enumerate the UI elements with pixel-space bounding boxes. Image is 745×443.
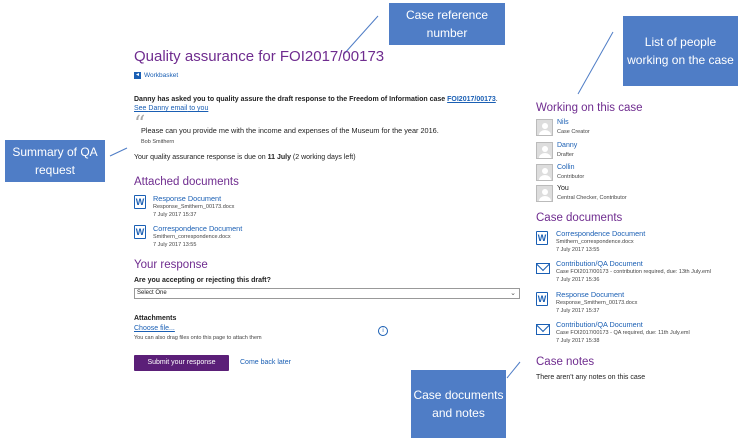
doc-title[interactable]: Correspondence Document <box>556 229 645 238</box>
callout-docs-notes: Case documents and notes <box>411 370 506 438</box>
person-name[interactable]: Nils <box>557 119 569 126</box>
doc-filename: Response_Smithern_00173.docx <box>556 300 638 306</box>
to-you-text: to you <box>187 105 209 112</box>
doc-date: 7 July 2017 13:55 <box>556 247 600 253</box>
doc-filename: Case FOI2017/00173 - QA required, due: 1… <box>556 330 690 336</box>
request-text: Danny has asked you to quality assure th… <box>134 96 446 103</box>
select-value: Select One <box>137 290 167 296</box>
chevron-down-icon: ⌄ <box>510 290 516 297</box>
person-item: Nils Case Creator <box>536 119 590 136</box>
email-icon <box>536 324 550 335</box>
doc-filename: Response_Smithern_00173.docx <box>153 204 235 210</box>
person-item: Collin Contributor <box>536 164 584 181</box>
case-link[interactable]: FOI2017/00173 <box>447 96 496 103</box>
case-notes-heading: Case notes <box>536 356 595 368</box>
doc-date: 7 July 2017 15:38 <box>556 338 600 344</box>
summary-line <box>109 147 128 157</box>
doc-filename: Smithern_correspondence.docx <box>556 239 634 245</box>
word-doc-icon: W <box>536 231 548 245</box>
person-name: You <box>557 185 569 192</box>
doc-title[interactable]: Response Document <box>556 290 624 299</box>
see-prefix: See <box>134 105 149 112</box>
case-documents-heading: Case documents <box>536 212 623 224</box>
accept-reject-select[interactable]: Select One ⌄ <box>134 288 520 299</box>
quote-text: Please can you provide me with the incom… <box>141 126 439 135</box>
choose-file-link[interactable]: Choose file... <box>134 325 175 332</box>
doc-date: 7 July 2017 15:37 <box>153 212 197 218</box>
avatar-icon <box>536 142 553 159</box>
qa-request-summary: Danny has asked you to quality assure th… <box>134 96 514 103</box>
word-doc-icon: W <box>134 195 146 209</box>
due-suffix: (2 working days left) <box>290 154 356 161</box>
people-line <box>577 31 614 95</box>
submit-response-button[interactable]: Submit your response <box>134 355 229 371</box>
avatar-icon <box>536 185 553 202</box>
email-link[interactable]: Danny email <box>148 105 187 112</box>
due-date: 11 July <box>267 154 291 161</box>
doc-date: 7 July 2017 15:36 <box>556 277 600 283</box>
drag-hint: You can also drag files onto this page t… <box>134 335 262 341</box>
come-back-later-link[interactable]: Come back later <box>240 359 291 366</box>
workbasket-link[interactable]: ◂ Workbasket <box>134 72 178 79</box>
person-role: Contributor <box>557 174 585 180</box>
attached-docs-heading: Attached documents <box>134 176 239 188</box>
case-doc-item[interactable]: Contribution/QA Document Case FOI2017/00… <box>536 320 690 344</box>
person-name[interactable]: Collin <box>557 164 575 171</box>
email-icon <box>536 263 550 274</box>
callout-case-ref: Case reference number <box>389 3 505 45</box>
case-doc-item[interactable]: Contribution/QA Document Case FOI2017/00… <box>536 259 711 283</box>
due-line: Your quality assurance response is due o… <box>134 154 356 161</box>
request-suffix: . <box>495 96 498 103</box>
due-prefix: Your quality assurance response is due o… <box>134 154 268 161</box>
workbasket-icon: ◂ <box>134 72 141 79</box>
callout-people: List of people working on the case <box>623 16 738 86</box>
doc-date: 7 July 2017 13:55 <box>153 242 197 248</box>
docs-notes-line <box>506 361 521 379</box>
quote-author: Bob Smithern <box>141 139 175 145</box>
accept-reject-question: Are you accepting or rejecting this draf… <box>134 277 271 284</box>
person-role: Drafter <box>557 152 574 158</box>
person-role: Case Creator <box>557 129 590 135</box>
person-name[interactable]: Danny <box>557 142 577 149</box>
doc-title[interactable]: Correspondence Document <box>153 224 242 233</box>
attachments-label: Attachments <box>134 315 177 322</box>
callout-summary: Summary of QA request <box>5 140 105 182</box>
avatar-icon <box>536 164 553 181</box>
info-icon[interactable]: i <box>378 326 388 336</box>
word-doc-icon: W <box>536 292 548 306</box>
page-title: Quality assurance for FOI2017/00173 <box>134 48 385 65</box>
word-doc-icon: W <box>134 225 146 239</box>
doc-date: 7 July 2017 15:37 <box>556 308 600 314</box>
doc-title[interactable]: Response Document <box>153 194 221 203</box>
avatar-icon <box>536 119 553 136</box>
person-role: Central Checker, Contributor <box>557 195 627 201</box>
see-email-line: See Danny email to you <box>134 105 208 112</box>
doc-filename: Smithern_correspondence.docx <box>153 234 231 240</box>
doc-title[interactable]: Contribution/QA Document <box>556 259 643 268</box>
workbasket-label: Workbasket <box>144 72 179 79</box>
doc-filename: Case FOI2017/00173 - contribution requir… <box>556 269 711 275</box>
working-on-case-heading: Working on this case <box>536 102 643 114</box>
your-response-heading: Your response <box>134 259 208 271</box>
case-notes-empty: There aren't any notes on this case <box>536 374 646 381</box>
doc-title[interactable]: Contribution/QA Document <box>556 320 643 329</box>
person-item: You Central Checker, Contributor <box>536 185 627 202</box>
person-item: Danny Drafter <box>536 142 577 159</box>
